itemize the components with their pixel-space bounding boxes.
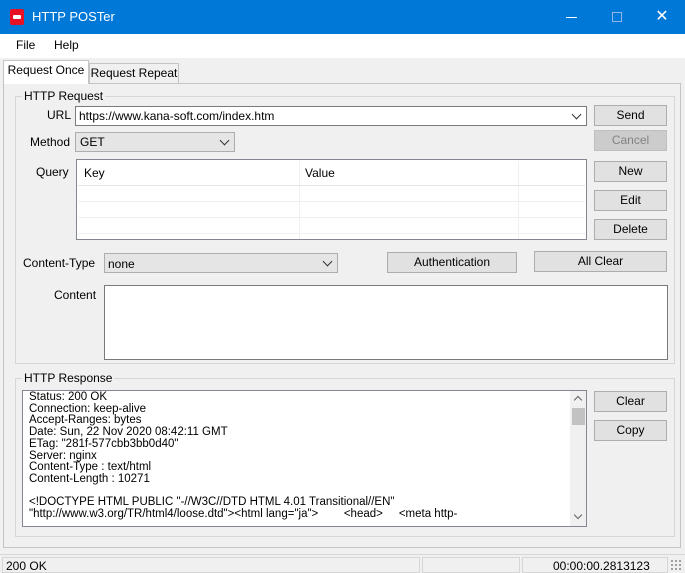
new-button[interactable]: New: [594, 161, 667, 182]
content-type-select[interactable]: none: [104, 253, 338, 273]
query-grid[interactable]: Key Value: [76, 159, 587, 240]
menu-help[interactable]: Help: [54, 38, 79, 52]
menu-bar: File Help: [0, 34, 685, 58]
query-column-key[interactable]: Key: [84, 166, 105, 180]
tab-request-repeat[interactable]: Request Repeat: [89, 63, 179, 84]
status-panel-right: 00:00:00.2813123: [522, 557, 668, 573]
http-response-group-title: HTTP Response: [22, 371, 115, 385]
response-textbox[interactable]: Status: 200 OK Connection: keep-alive Ac…: [22, 390, 587, 527]
chevron-down-icon[interactable]: [322, 256, 333, 267]
maximize-icon: [612, 12, 622, 22]
delete-button[interactable]: Delete: [594, 219, 667, 240]
chevron-down-icon[interactable]: [219, 135, 230, 146]
scroll-thumb[interactable]: [572, 408, 585, 425]
all-clear-button[interactable]: All Clear: [534, 251, 667, 272]
chevron-down-icon[interactable]: [571, 109, 582, 120]
minimize-icon: [566, 17, 577, 18]
close-button[interactable]: ✕: [639, 0, 685, 34]
status-panel-left: 200 OK: [2, 557, 420, 573]
tab-request-once[interactable]: Request Once: [3, 60, 89, 84]
scroll-up-icon[interactable]: [573, 395, 583, 405]
method-label: Method: [30, 135, 71, 149]
url-combobox[interactable]: https://www.kana-soft.com/index.htm: [75, 106, 587, 126]
url-label: URL: [47, 108, 72, 122]
status-bar: 200 OK 00:00:00.2813123: [0, 554, 685, 573]
query-label: Query: [36, 165, 69, 179]
authentication-button[interactable]: Authentication: [387, 252, 517, 273]
content-label: Content: [54, 288, 97, 302]
menu-file[interactable]: File: [16, 38, 35, 52]
window-title: HTTP POSTer: [32, 9, 115, 24]
clear-button[interactable]: Clear: [594, 391, 667, 412]
grid-divider: [78, 201, 585, 202]
content-textarea[interactable]: [104, 285, 668, 360]
grid-divider: [518, 161, 519, 239]
method-value: GET: [80, 135, 105, 149]
grid-divider: [78, 185, 585, 186]
copy-button[interactable]: Copy: [594, 420, 667, 441]
url-value: https://www.kana-soft.com/index.htm: [79, 109, 275, 123]
method-select[interactable]: GET: [75, 132, 235, 152]
scroll-down-icon[interactable]: [573, 510, 583, 520]
minimize-button[interactable]: [549, 0, 595, 34]
response-scrollbar[interactable]: [570, 391, 586, 526]
response-text: Status: 200 OK Connection: keep-alive Ac…: [29, 391, 458, 521]
cancel-button[interactable]: Cancel: [594, 130, 667, 151]
edit-button[interactable]: Edit: [594, 190, 667, 211]
status-panel-middle: [422, 557, 520, 573]
grid-divider: [78, 217, 585, 218]
resize-grip-icon[interactable]: [670, 559, 682, 571]
send-button[interactable]: Send: [594, 105, 667, 126]
close-icon: ✕: [655, 8, 669, 25]
title-bar[interactable]: HTTP POSTer ✕: [0, 0, 685, 34]
maximize-button[interactable]: [594, 0, 640, 34]
grid-divider: [299, 161, 300, 239]
http-request-group-title: HTTP Request: [22, 89, 106, 103]
elapsed-time: 00:00:00.2813123: [553, 559, 650, 573]
grid-divider: [78, 233, 585, 234]
app-icon: [10, 9, 24, 25]
content-type-label: Content-Type: [23, 256, 96, 270]
query-column-value[interactable]: Value: [305, 166, 335, 180]
status-text: 200 OK: [6, 559, 47, 573]
content-type-value: none: [108, 257, 135, 271]
